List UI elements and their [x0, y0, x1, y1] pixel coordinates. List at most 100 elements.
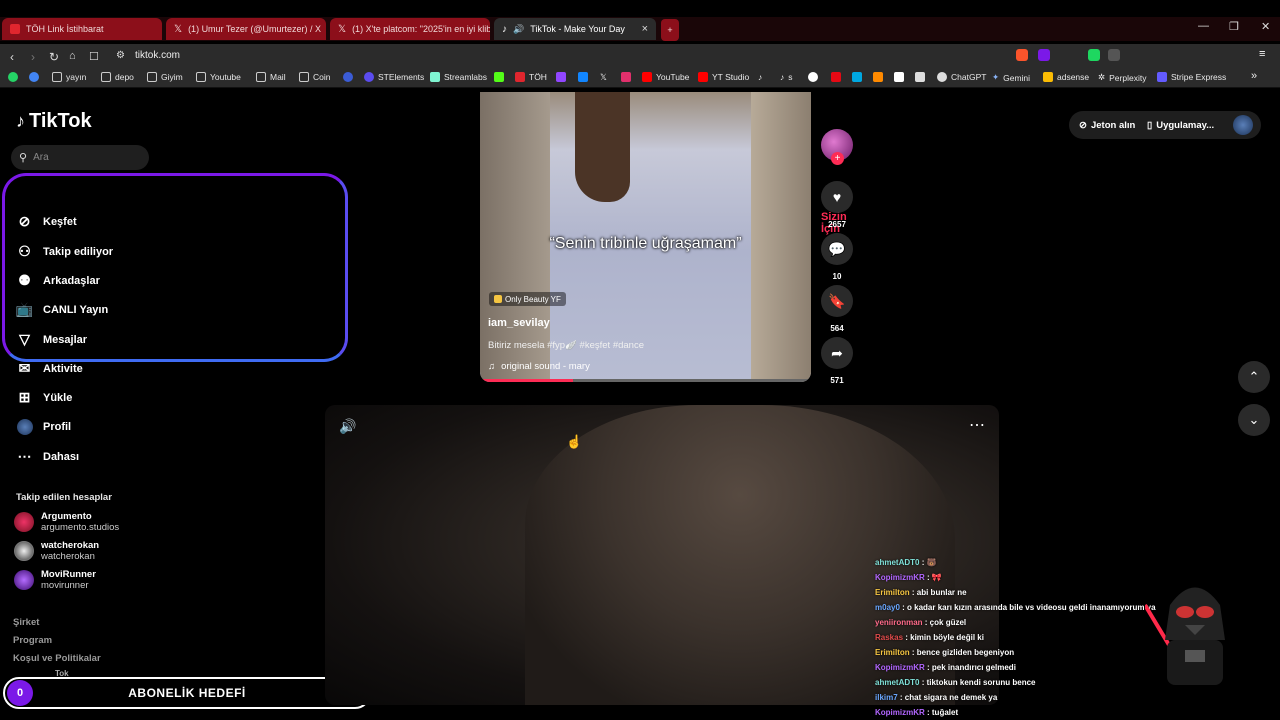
bookmark-netflix[interactable]	[831, 72, 841, 82]
more-bookmarks-button[interactable]: »	[1251, 70, 1257, 82]
share-count: 571	[830, 376, 844, 385]
bookmark-stelements[interactable]: STElements	[364, 72, 424, 82]
bookmark-prime[interactable]	[852, 72, 862, 82]
bookmark-x[interactable]: 𝕏	[600, 72, 607, 83]
menu-icon[interactable]: ≡	[1259, 48, 1271, 60]
comment-icon[interactable]: 💬	[821, 233, 853, 265]
search-input[interactable]: ⚲ Ara	[11, 145, 149, 170]
browser-tab-toh[interactable]: TÖH Link İstihbarat	[2, 18, 162, 40]
bookmark-icon[interactable]: ☐	[89, 50, 99, 63]
volume-icon[interactable]: 🔊	[339, 418, 356, 435]
bookmark-threads[interactable]	[808, 72, 818, 82]
bookmark-instagram[interactable]	[621, 72, 631, 82]
heart-icon[interactable]: ♥	[821, 181, 853, 213]
footer-link-company[interactable]: Şirket	[13, 617, 39, 628]
site-info-icon[interactable]: ⚙	[116, 50, 125, 61]
tiktok-logo[interactable]: ♪ TikTok	[16, 110, 92, 133]
bookmark-bluesky[interactable]	[578, 72, 588, 82]
more-icon: ⋯	[17, 448, 32, 464]
puzzle-icon[interactable]	[1108, 49, 1120, 61]
bookmark-folder-coin[interactable]: Coin	[299, 72, 330, 82]
sidebar-item-activity[interactable]: ✉ Aktivite	[16, 360, 83, 377]
save-action[interactable]: 🔖 564	[821, 285, 853, 333]
sidebar-item-more[interactable]: ⋯ Dahası	[16, 448, 80, 465]
video-player-1[interactable]: “Senin tribinle uğraşamam” Only Beauty Y…	[480, 92, 811, 382]
bookmark-stripe-s[interactable]	[915, 72, 925, 82]
get-app-button[interactable]: ▯ Uygulamay...	[1147, 120, 1214, 131]
followed-account-argumento[interactable]: Argumento argumento.studios	[14, 511, 119, 533]
url-field[interactable]: tiktok.com	[135, 50, 180, 61]
sidebar-item-explore[interactable]: ⊘ Keşfet	[16, 213, 77, 230]
get-coins-button[interactable]: ⊘ Jeton alın	[1079, 120, 1135, 131]
reload-icon[interactable]: ↻	[49, 50, 59, 64]
sidebar-item-upload[interactable]: ⊞ Yükle	[16, 389, 73, 406]
like-action[interactable]: ♥ 2657	[821, 181, 853, 229]
profile-avatar[interactable]	[1233, 115, 1253, 135]
bookmark-tiktok-s[interactable]: ♪ s	[780, 72, 793, 82]
bookmark-adsense[interactable]: adsense	[1043, 72, 1089, 82]
bookmark-twitch[interactable]	[556, 72, 566, 82]
bookmark-folder-mail[interactable]: Mail	[256, 72, 286, 82]
bookmark-perplexity[interactable]: ✲ Perplexity	[1098, 72, 1146, 83]
close-tab-icon[interactable]: ×	[642, 23, 648, 35]
bookmark-kick[interactable]	[494, 72, 504, 82]
footer-link-program[interactable]: Program	[13, 635, 52, 646]
followed-account-watcherokan[interactable]: watcherokan watcherokan	[14, 540, 99, 562]
sidebar-item-friends[interactable]: ⚉ Arkadaşlar	[16, 272, 100, 289]
bookmark-chatgpt[interactable]: ChatGPT	[937, 72, 986, 82]
next-video-button[interactable]: ⌄	[1238, 404, 1270, 436]
bookmark-youtube[interactable]: YouTube	[642, 72, 689, 82]
back-icon[interactable]: ‹	[10, 50, 14, 64]
sidebar-item-profile[interactable]: Profil	[16, 418, 71, 435]
video-progress-bar[interactable]	[480, 379, 811, 382]
tab-title: (1) Umur Tezer (@Umurtezer) / X	[188, 24, 322, 34]
bookmark-folder-giyim[interactable]: Giyim	[147, 72, 183, 82]
creator-avatar[interactable]: +	[821, 129, 853, 165]
comment-action[interactable]: 💬 10	[821, 233, 853, 281]
browser-tab-platcom[interactable]: 𝕏 (1) X'te platcom: "2025'in en iyi klib…	[330, 18, 490, 40]
bookmark-folder-youtube[interactable]: Youtube	[196, 72, 241, 82]
bookmark-amazon[interactable]	[894, 72, 904, 82]
follow-plus-icon[interactable]: +	[831, 152, 844, 165]
sidebar-item-following[interactable]: ⚇ Takip ediliyor	[16, 243, 113, 260]
sidebar-item-live[interactable]: 📺 CANLI Yayın	[16, 301, 108, 318]
extension-icon[interactable]	[1088, 49, 1100, 61]
bookmark-streamlabs[interactable]: Streamlabs	[430, 72, 487, 82]
video-badge[interactable]: Only Beauty YF	[489, 292, 566, 306]
video-author[interactable]: iam_sevilay	[488, 317, 550, 329]
maximize-icon[interactable]: ❐	[1229, 20, 1239, 33]
bookmark-orange[interactable]	[873, 72, 883, 82]
home-icon[interactable]: ⌂	[69, 50, 76, 62]
bookmark-folder-depo[interactable]: depo	[101, 72, 134, 82]
footer-link-terms[interactable]: Koşul ve Politikalar	[13, 653, 101, 664]
bookmark-stripe-express[interactable]: Stripe Express	[1157, 72, 1226, 82]
brave-shield-icon[interactable]	[1016, 49, 1028, 61]
video-sound[interactable]: ♫ original sound - mary	[488, 361, 590, 372]
badge-label: Only Beauty YF	[505, 294, 561, 304]
minimize-icon[interactable]: —	[1198, 20, 1209, 32]
music-note-icon: ♫	[488, 361, 496, 372]
share-icon[interactable]: ➦	[821, 337, 853, 369]
bookmark-icon[interactable]: 🔖	[821, 285, 853, 317]
bookmark-gemini[interactable]: ✦ Gemini	[992, 72, 1030, 83]
bookmark-whatsapp[interactable]	[8, 72, 18, 82]
share-action[interactable]: ➦ 571	[821, 337, 853, 385]
bookmark-b[interactable]	[343, 72, 353, 82]
previous-video-button[interactable]: ⌃	[1238, 361, 1270, 393]
sidebar-item-messages[interactable]: ▽ Mesajlar	[16, 331, 87, 348]
bookmark-folder-yayin[interactable]: yayın	[52, 72, 86, 82]
followed-account-movirunner[interactable]: MoviRunner movirunner	[14, 569, 96, 591]
bookmark-tiktok[interactable]: ♪	[758, 72, 762, 82]
bookmark-yt-studio[interactable]: YT Studio	[698, 72, 749, 82]
brave-rewards-icon[interactable]	[1038, 49, 1050, 61]
bookmark-chrome[interactable]	[29, 72, 39, 82]
browser-tab-tiktok[interactable]: ♪ 🔊 TikTok - Make Your Day ×	[494, 18, 656, 40]
more-options-icon[interactable]: ⋯	[969, 415, 985, 435]
new-tab-button[interactable]: +	[661, 19, 679, 41]
forward-icon[interactable]: ›	[31, 50, 35, 64]
bookmark-toh[interactable]: TÖH	[515, 72, 547, 82]
close-window-icon[interactable]: ✕	[1261, 20, 1270, 33]
badge-icon	[494, 295, 502, 303]
browser-tab-umur[interactable]: 𝕏 (1) Umur Tezer (@Umurtezer) / X	[166, 18, 326, 40]
folder-icon	[52, 72, 62, 82]
